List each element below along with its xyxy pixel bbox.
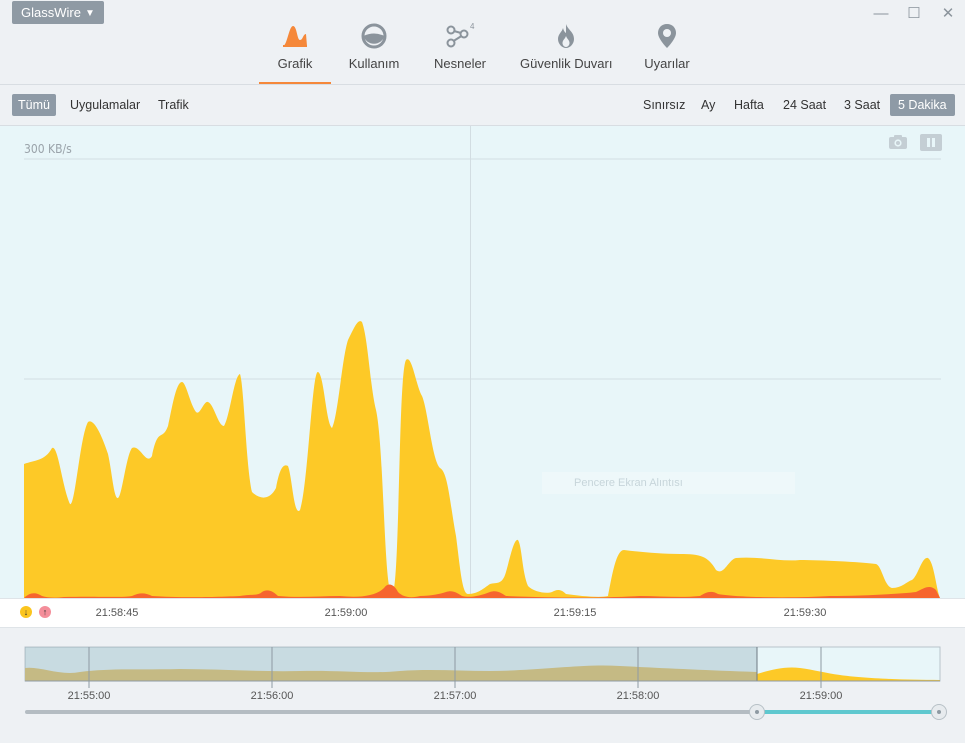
tab-kullanim[interactable]: Kullanım [344,20,404,84]
tab-guvenlik-duvari-label: Güvenlik Duvarı [520,56,613,71]
range-24h-button[interactable]: 24 Saat [777,94,832,116]
close-button[interactable]: ✕ [940,6,956,22]
filter-apps-button[interactable]: Uygulamalar [64,94,146,116]
pause-icon[interactable] [920,134,942,151]
graph-scale-label: 300 KB/s [24,142,72,156]
download-area [24,321,940,598]
traffic-graph[interactable]: 300 KB/s Pencere Ekran Alıntısı [0,126,965,598]
timeline-slider-end-handle[interactable] [931,704,947,720]
maximize-button[interactable]: ☐ [906,6,922,22]
timeline-overview: 21:55:00 21:56:00 21:57:00 21:58:00 21:5… [0,627,965,743]
tab-uyarilar[interactable]: Uyarılar [641,20,693,84]
things-badge: 4 [470,22,475,31]
upload-arrow-icon[interactable]: ↑ [39,606,51,618]
range-3h-button[interactable]: 3 Saat [838,94,886,116]
tab-kullanim-label: Kullanım [348,56,400,71]
tab-uyarilar-label: Uyarılar [644,56,690,71]
tab-grafik-label: Grafik [277,56,313,71]
tab-guvenlik-duvari[interactable]: Güvenlik Duvarı [520,20,612,84]
time-tick: 21:59:15 [553,607,597,619]
overview-tick: 21:58:00 [616,690,660,702]
overview-tick: 21:57:00 [433,690,477,702]
camera-icon[interactable] [888,134,908,150]
overview-tick: 21:55:00 [67,690,111,702]
filter-all-button[interactable]: Tümü [12,94,56,116]
handle-dot [755,710,759,714]
filter-traffic-button[interactable]: Trafik [152,94,195,116]
usage-icon [361,23,387,49]
firewall-icon [558,24,574,48]
tab-nesneler[interactable]: 4 Nesneler [431,20,489,84]
range-5min-button[interactable]: 5 Dakika [890,94,955,116]
time-tick: 21:59:00 [324,607,368,619]
range-month-button[interactable]: Ay [695,94,721,116]
filter-bar: Tümü Uygulamalar Trafik Sınırsız Ay Haft… [0,85,965,126]
overview-tick: 21:56:00 [250,690,294,702]
alerts-icon [658,24,676,48]
timeline-canvas [24,646,941,714]
graph-time-axis: ↓ ↑ 21:58:45 21:59:00 21:59:15 21:59:30 [0,598,965,627]
screenshot-watermark: Pencere Ekran Alıntısı [542,472,795,494]
app-menu-button[interactable]: GlassWire ▼ [12,1,104,24]
range-unlimited-button[interactable]: Sınırsız [637,94,691,116]
minimize-button[interactable]: — [873,6,889,22]
time-tick: 21:58:45 [95,607,139,619]
timeline-slider-start-handle[interactable] [749,704,765,720]
handle-dot [937,710,941,714]
graph-icon [283,26,307,47]
timeline-slider-selected [757,710,940,714]
chevron-down-icon: ▼ [84,8,95,19]
timeline-slider-track [25,710,757,714]
overview-tick: 21:59:00 [799,690,843,702]
tab-nesneler-label: Nesneler [433,56,487,71]
download-arrow-icon[interactable]: ↓ [20,606,32,618]
app-menu-label: GlassWire [21,5,81,20]
tab-grafik[interactable]: Grafik [264,20,326,84]
range-week-button[interactable]: Hafta [728,94,770,116]
time-tick: 21:59:30 [783,607,827,619]
traffic-graph-canvas [24,126,941,598]
things-icon: 4 [446,22,475,48]
